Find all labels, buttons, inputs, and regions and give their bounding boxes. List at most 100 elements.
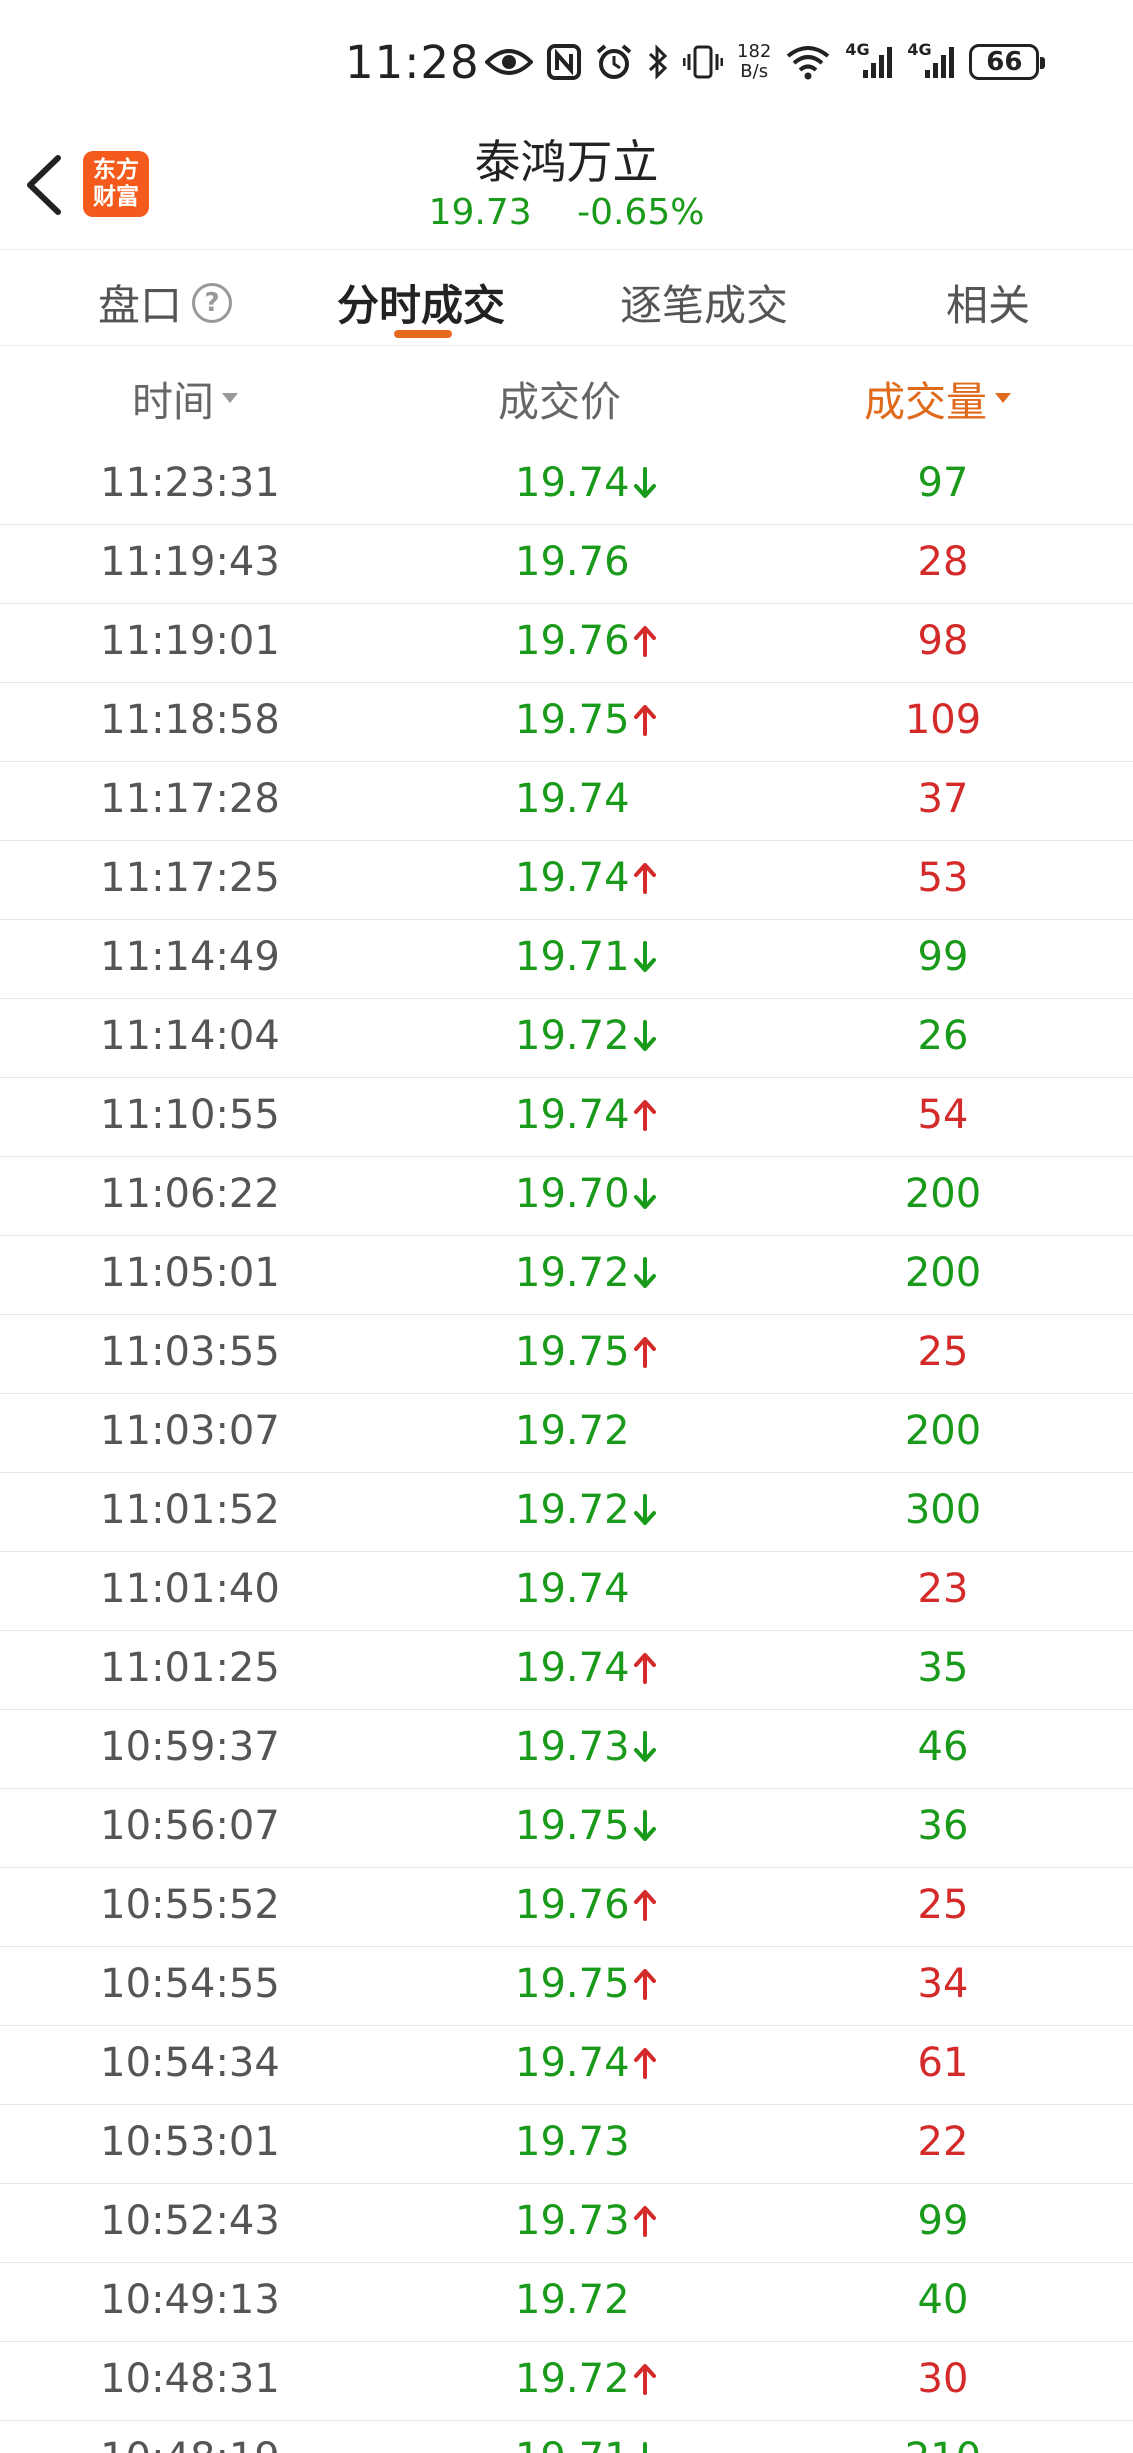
tab-tick-trades[interactable]: 逐笔成交 bbox=[620, 272, 788, 333]
trade-time: 11:01:40 bbox=[100, 1566, 280, 1612]
trade-price-cell: 19.76 bbox=[515, 1882, 658, 1928]
table-row[interactable]: 11:17:28 19.74 37 bbox=[0, 762, 1133, 841]
table-row[interactable]: 10:48:31 19.72 30 bbox=[0, 2342, 1133, 2421]
table-row[interactable]: 10:53:01 19.73 22 bbox=[0, 2105, 1133, 2184]
tab-bar: 盘口 ? 分时成交 逐笔成交 相关 bbox=[0, 250, 1133, 346]
table-row[interactable]: 11:17:25 19.74 53 bbox=[0, 841, 1133, 920]
trade-volume: 46 bbox=[917, 1724, 969, 1770]
table-row[interactable]: 11:01:40 19.74 23 bbox=[0, 1552, 1133, 1631]
help-icon[interactable]: ? bbox=[192, 282, 233, 323]
net-speed: 182 B/s bbox=[737, 42, 771, 82]
trade-price-cell: 19.75 bbox=[515, 1803, 658, 1849]
trade-list[interactable]: 11:23:31 19.74 97 11:19:43 19.76 28 11:19:01 19… bbox=[0, 446, 1133, 2453]
arrow-up-icon bbox=[632, 2361, 658, 2397]
trade-time: 11:05:01 bbox=[100, 1250, 280, 1296]
trade-price-cell: 19.72 bbox=[515, 2277, 630, 2323]
trade-time: 11:01:25 bbox=[100, 1645, 280, 1691]
table-row[interactable]: 11:14:49 19.71 99 bbox=[0, 920, 1133, 999]
trade-price: 19.74 bbox=[515, 2040, 630, 2086]
table-row[interactable]: 11:14:04 19.72 26 bbox=[0, 999, 1133, 1078]
trade-price: 19.72 bbox=[515, 1013, 630, 1059]
trade-time: 11:19:43 bbox=[100, 539, 280, 585]
trade-time: 10:48:31 bbox=[100, 2356, 280, 2402]
signal-label: 4G bbox=[845, 40, 870, 59]
trade-volume: 200 bbox=[904, 1250, 982, 1296]
arrow-up-icon bbox=[632, 702, 658, 738]
trade-volume: 200 bbox=[904, 1408, 982, 1454]
trade-price-cell: 19.72 bbox=[515, 1250, 658, 1296]
table-row[interactable]: 11:01:25 19.74 35 bbox=[0, 1631, 1133, 1710]
nfc-icon bbox=[547, 44, 581, 80]
trade-price-cell: 19.73 bbox=[515, 2119, 630, 2165]
table-row[interactable]: 11:05:01 19.72 200 bbox=[0, 1236, 1133, 1315]
column-label: 成交量 bbox=[864, 378, 987, 426]
table-row[interactable]: 10:59:37 19.73 46 bbox=[0, 1710, 1133, 1789]
trade-price: 19.73 bbox=[515, 2198, 630, 2244]
trade-price-cell: 19.74 bbox=[515, 855, 658, 901]
trade-price: 19.74 bbox=[515, 776, 630, 822]
table-row[interactable]: 10:52:43 19.73 99 bbox=[0, 2184, 1133, 2263]
trade-volume: 37 bbox=[917, 776, 969, 822]
sort-caret-icon bbox=[995, 393, 1011, 403]
arrow-up-icon bbox=[632, 623, 658, 659]
table-row[interactable]: 10:56:07 19.75 36 bbox=[0, 1789, 1133, 1868]
trade-volume: 53 bbox=[917, 855, 969, 901]
table-row[interactable]: 11:03:07 19.72 200 bbox=[0, 1394, 1133, 1473]
trade-time: 11:17:25 bbox=[100, 855, 280, 901]
arrow-down-icon bbox=[632, 1018, 658, 1054]
trade-volume: 25 bbox=[917, 1329, 969, 1375]
table-row[interactable]: 11:10:55 19.74 54 bbox=[0, 1078, 1133, 1157]
table-row[interactable]: 11:06:22 19.70 200 bbox=[0, 1157, 1133, 1236]
trade-time: 11:14:49 bbox=[100, 934, 280, 980]
status-bar: 11:28 182 B/s 4G 4G 66 bbox=[0, 0, 1133, 124]
status-icons: 182 B/s 4G 4G 66 bbox=[485, 40, 1046, 84]
trade-price-cell: 19.71 bbox=[515, 934, 658, 980]
trade-price-cell: 19.70 bbox=[515, 1171, 658, 1217]
stock-change-pct: -0.65% bbox=[577, 192, 705, 233]
trade-price-cell: 19.73 bbox=[515, 1724, 658, 1770]
arrow-up-icon bbox=[632, 1334, 658, 1370]
bluetooth-icon bbox=[647, 44, 669, 80]
table-row[interactable]: 10:48:19 19.71 210 bbox=[0, 2421, 1133, 2453]
trade-time: 10:56:07 bbox=[100, 1803, 280, 1849]
trade-price: 19.72 bbox=[515, 1487, 630, 1533]
stock-price: 19.73 bbox=[428, 192, 532, 233]
tab-time-trades[interactable]: 分时成交 bbox=[337, 272, 505, 333]
column-header-volume[interactable]: 成交量 bbox=[864, 368, 1011, 428]
trade-price: 19.75 bbox=[515, 1961, 630, 2007]
trade-time: 11:06:22 bbox=[100, 1171, 280, 1217]
vibrate-icon bbox=[683, 44, 723, 80]
trade-price-cell: 19.75 bbox=[515, 1329, 658, 1375]
trade-price: 19.74 bbox=[515, 1645, 630, 1691]
trade-price-cell: 19.72 bbox=[515, 1408, 630, 1454]
table-row[interactable]: 10:49:13 19.72 40 bbox=[0, 2263, 1133, 2342]
table-row[interactable]: 10:55:52 19.76 25 bbox=[0, 1868, 1133, 1947]
net-speed-value: 182 bbox=[737, 41, 772, 62]
eye-icon bbox=[485, 46, 533, 78]
table-row[interactable]: 11:19:43 19.76 28 bbox=[0, 525, 1133, 604]
trade-price: 19.74 bbox=[515, 1566, 630, 1612]
table-row[interactable]: 11:18:58 19.75 109 bbox=[0, 683, 1133, 762]
trade-time: 10:52:43 bbox=[100, 2198, 280, 2244]
tab-label: 分时成交 bbox=[337, 281, 506, 330]
table-row[interactable]: 11:03:55 19.75 25 bbox=[0, 1315, 1133, 1394]
column-header-time[interactable]: 时间 bbox=[132, 368, 238, 428]
table-row[interactable]: 10:54:34 19.74 61 bbox=[0, 2026, 1133, 2105]
table-row[interactable]: 11:01:52 19.72 300 bbox=[0, 1473, 1133, 1552]
trade-time: 11:10:55 bbox=[100, 1092, 280, 1138]
trade-time: 11:03:55 bbox=[100, 1329, 280, 1375]
tab-related[interactable]: 相关 bbox=[946, 272, 1030, 333]
trade-price: 19.72 bbox=[515, 1250, 630, 1296]
arrow-up-icon bbox=[632, 1097, 658, 1133]
table-row[interactable]: 11:19:01 19.76 98 bbox=[0, 604, 1133, 683]
stock-name: 泰鸿万立 bbox=[474, 135, 659, 189]
tab-order-book[interactable]: 盘口 ? bbox=[98, 272, 233, 333]
trade-price-cell: 19.74 bbox=[515, 460, 658, 506]
table-row[interactable]: 10:54:55 19.75 34 bbox=[0, 1947, 1133, 2026]
trade-price-cell: 19.74 bbox=[515, 1092, 658, 1138]
table-row[interactable]: 11:23:31 19.74 97 bbox=[0, 446, 1133, 525]
trade-time: 11:19:01 bbox=[100, 618, 280, 664]
trade-time: 11:18:58 bbox=[100, 697, 280, 743]
trade-price-cell: 19.74 bbox=[515, 1645, 658, 1691]
signal-label: 4G bbox=[907, 40, 932, 59]
